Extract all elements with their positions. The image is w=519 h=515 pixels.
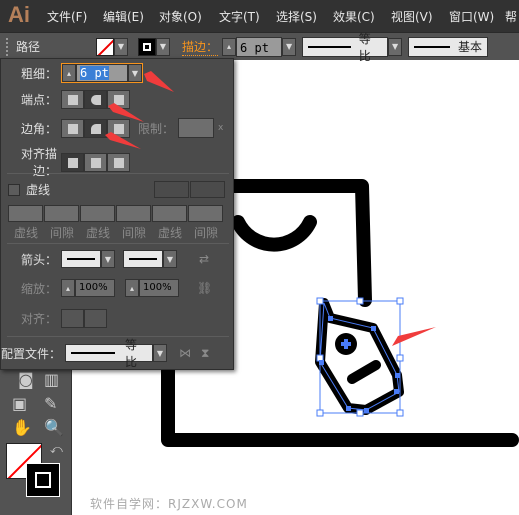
- preserve-dash-button[interactable]: [154, 181, 190, 198]
- flip-across-icon[interactable]: ⧗: [201, 346, 209, 361]
- divider: [7, 173, 229, 174]
- arrowhead-label: 箭头：: [20, 252, 57, 267]
- watermark: 软件自学网：RJZXW.COM: [90, 497, 248, 511]
- scale-start-stepper[interactable]: ▴: [61, 279, 75, 297]
- link-scale-icon[interactable]: ⛓: [197, 281, 212, 295]
- scale-label: 缩放：: [20, 281, 57, 296]
- stroke-swatch-large[interactable]: [26, 463, 60, 497]
- profile-label: 配置文件：: [1, 346, 62, 361]
- artboard-tool-icon[interactable]: ▣: [12, 394, 27, 413]
- divider: [7, 336, 229, 337]
- zoom-tool-icon[interactable]: 🔍: [44, 418, 64, 437]
- arrow-align-label: 对齐：: [20, 312, 57, 326]
- dash-2-input[interactable]: [80, 205, 115, 222]
- arrow-extend-button[interactable]: [61, 309, 84, 328]
- weight-input[interactable]: 6 pt: [76, 64, 128, 82]
- align-inside-button[interactable]: [84, 152, 107, 172]
- column-graph-icon[interactable]: ▥: [44, 370, 59, 389]
- scale-end-stepper[interactable]: ▴: [125, 279, 139, 297]
- annotation-arrow: [392, 327, 436, 346]
- dash-1-input[interactable]: [8, 205, 43, 222]
- symbol-sprayer-icon[interactable]: ◙: [18, 370, 34, 389]
- dash-label: 虚线: [157, 226, 182, 240]
- slice-tool-icon[interactable]: ✎: [44, 394, 57, 413]
- align-dash-button[interactable]: [190, 181, 226, 198]
- gap-label: 间隙: [49, 226, 74, 240]
- gap-label: 间隙: [121, 226, 146, 240]
- scale-start-input[interactable]: 100%: [75, 279, 115, 297]
- swap-fill-stroke-icon[interactable]: ⤺: [50, 442, 63, 457]
- dashed-label: 虚线: [26, 183, 51, 197]
- miter-join-button[interactable]: [61, 118, 84, 138]
- divider: [7, 243, 229, 244]
- butt-cap-button[interactable]: [61, 90, 84, 109]
- limit-label: 限制：: [138, 121, 175, 136]
- dash-label: 虚线: [13, 226, 38, 240]
- gap-3-input[interactable]: [188, 205, 223, 222]
- cap-label: 端点：: [20, 93, 57, 107]
- swap-arrowheads-icon[interactable]: ⇄: [199, 252, 209, 266]
- align-center-button[interactable]: [61, 152, 84, 172]
- bag-handle: [231, 215, 317, 252]
- weight-control: ▴ 6 pt ▼: [61, 63, 143, 83]
- round-cap-button[interactable]: [84, 90, 107, 109]
- gap-2-input[interactable]: [116, 205, 151, 222]
- weight-stepper[interactable]: ▴: [62, 64, 76, 82]
- start-arrowhead-select[interactable]: [61, 250, 101, 268]
- scale-end-input[interactable]: 100%: [139, 279, 179, 297]
- corner-label: 边角：: [20, 121, 57, 136]
- weight-label: 粗细：: [20, 66, 57, 81]
- flip-along-icon[interactable]: ⋈: [179, 346, 191, 360]
- gap-label: 间隙: [193, 226, 218, 240]
- dash-3-input[interactable]: [152, 205, 187, 222]
- arrow-inside-button[interactable]: [84, 309, 107, 328]
- align-outside-button[interactable]: [107, 152, 130, 172]
- profile-dropdown[interactable]: ▼: [153, 344, 167, 362]
- hand-tool-icon[interactable]: ✋: [12, 418, 32, 437]
- annotation-arrow: [144, 71, 174, 92]
- tag-slot: [347, 360, 381, 384]
- weight-dropdown[interactable]: ▼: [128, 64, 142, 82]
- end-arrowhead-dropdown[interactable]: ▼: [163, 250, 177, 268]
- gap-1-input[interactable]: [44, 205, 79, 222]
- round-join-button[interactable]: [84, 118, 107, 138]
- end-arrowhead-select[interactable]: [123, 250, 163, 268]
- start-arrowhead-dropdown[interactable]: ▼: [101, 250, 115, 268]
- bevel-join-button[interactable]: [107, 118, 130, 138]
- dash-label: 虚线: [85, 226, 110, 240]
- projecting-cap-button[interactable]: [107, 90, 130, 109]
- stroke-panel: 粗细： ▴ 6 pt ▼ 端点： 边角： 限制： x 对齐描边： 虚线 虚线 间隙…: [0, 58, 234, 370]
- profile-select[interactable]: 等比: [65, 338, 153, 369]
- limit-input[interactable]: [178, 118, 215, 138]
- limit-suffix: x: [218, 123, 224, 133]
- dashed-checkbox[interactable]: [8, 183, 20, 196]
